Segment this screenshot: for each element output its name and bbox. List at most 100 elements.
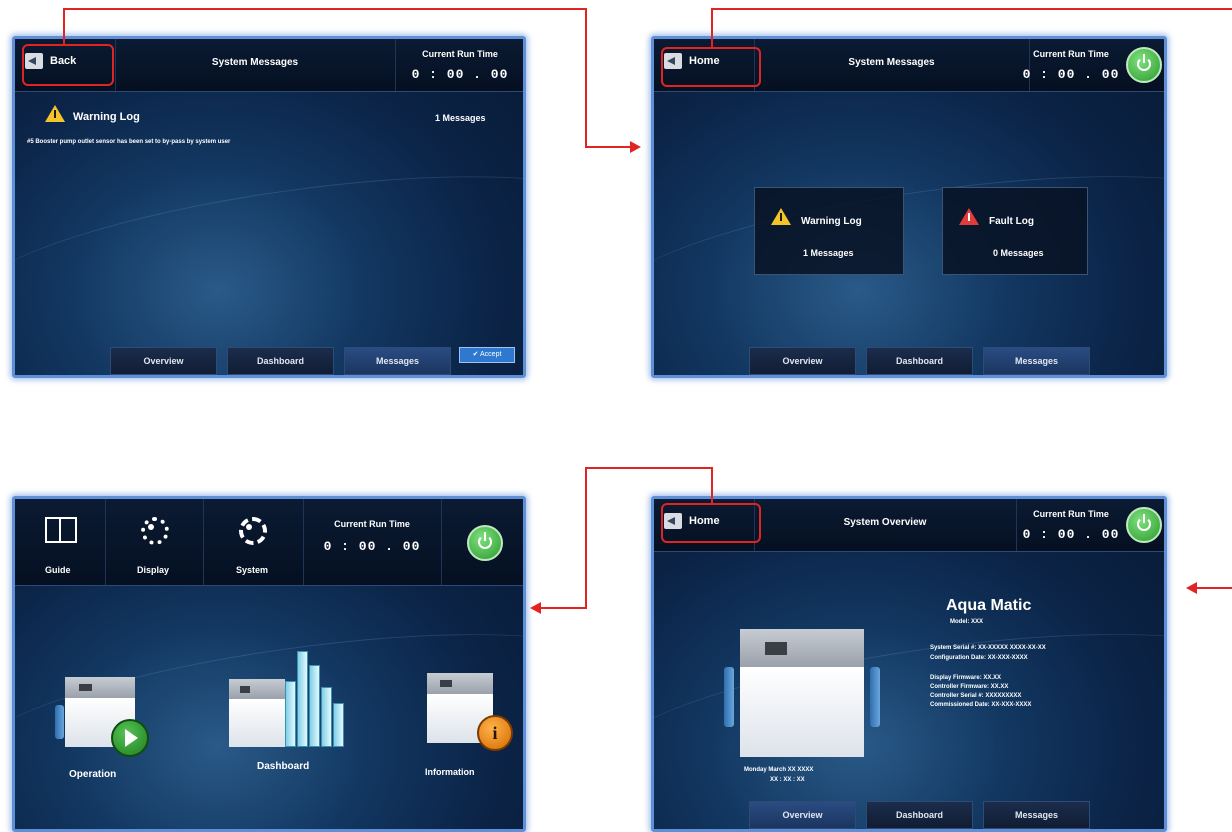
arrowhead	[530, 602, 541, 614]
back-button-highlight	[22, 44, 114, 86]
message-row[interactable]: #5 Booster pump outlet sensor has been s…	[27, 139, 230, 145]
dashboard-bar	[321, 687, 332, 747]
machine-side-panel	[55, 705, 64, 739]
display-button[interactable]: Display	[105, 499, 204, 585]
header-title-cell: System Messages	[115, 39, 396, 91]
page-title: System Messages	[211, 57, 299, 68]
flow-arrow	[63, 8, 587, 10]
operation-label: Operation	[69, 769, 117, 780]
dashboard-bar	[297, 651, 308, 747]
run-time-cell: Current Run Time 0 : 00 . 00	[303, 499, 442, 585]
tab-overview[interactable]: Overview	[749, 347, 856, 375]
run-time-label: Current Run Time	[422, 49, 498, 59]
dashboard-bar	[333, 703, 344, 747]
header-title-cell: System Overview	[754, 499, 1017, 551]
background-sheen	[654, 144, 1164, 372]
home-screen: Guide Display System Current Run Time 0 …	[12, 496, 526, 832]
message-count: 1 Messages	[435, 113, 486, 123]
header-bar: Guide Display System Current Run Time 0 …	[15, 499, 523, 586]
tab-dashboard[interactable]: Dashboard	[866, 801, 973, 829]
system-image	[724, 629, 884, 759]
fault-log-label: Fault Log	[989, 216, 1034, 227]
flow-arrow	[540, 607, 587, 609]
display-label: Display	[137, 565, 170, 575]
tab-dashboard[interactable]: Dashboard	[866, 347, 973, 375]
warning-count: 1 Messages	[803, 248, 854, 258]
information-label: Information	[425, 767, 475, 777]
run-time-value: 0 : 00 . 00	[1022, 527, 1120, 542]
run-time-label: Current Run Time	[334, 519, 410, 529]
arrowhead	[1186, 582, 1197, 594]
detail-line: System Serial #: XX-XXXXX XXXX-XX-XX	[930, 645, 1046, 651]
home-button-highlight	[661, 47, 761, 87]
operation-button[interactable]: Operation	[55, 677, 155, 785]
power-icon[interactable]	[467, 525, 503, 561]
run-time-label: Current Run Time	[1033, 509, 1109, 519]
warning-icon	[771, 208, 791, 225]
system-label: System	[236, 565, 269, 575]
gear-icon	[239, 517, 267, 545]
detail-line: Configuration Date: XX-XXX-XXXX	[930, 655, 1028, 661]
book-icon	[45, 517, 77, 543]
tab-messages[interactable]: Messages	[983, 347, 1090, 375]
info-icon: i	[477, 715, 513, 751]
dashboard-bar	[285, 681, 296, 747]
detail-line: Commissioned Date: XX-XXX-XXXX	[930, 702, 1032, 708]
machine-image	[229, 679, 285, 747]
power-icon[interactable]	[1126, 47, 1162, 83]
system-button[interactable]: System	[203, 499, 304, 585]
arrowhead	[630, 141, 641, 153]
flow-arrow	[585, 146, 631, 148]
run-time-label: Current Run Time	[1033, 49, 1109, 59]
detail-line: Controller Serial #: XXXXXXXXX	[930, 693, 1022, 699]
flow-arrow	[1196, 587, 1232, 589]
detail-line: Controller Firmware: XX.XX	[930, 684, 1009, 690]
system-overview-screen: Home System Overview Current Run Time 0 …	[651, 496, 1167, 832]
warning-log-screen: Back System Messages Current Run Time 0 …	[12, 36, 526, 378]
flow-arrow	[711, 467, 713, 504]
run-time-value: 0 : 00 . 00	[1022, 67, 1120, 82]
brightness-icon	[141, 517, 169, 545]
page-title: System Overview	[843, 517, 927, 528]
tab-messages[interactable]: Messages	[983, 801, 1090, 829]
play-icon	[111, 719, 149, 757]
machine-side-panel	[870, 667, 880, 727]
flow-arrow	[711, 8, 713, 48]
flow-arrow	[585, 8, 587, 148]
dashboard-button[interactable]: Dashboard	[221, 641, 371, 785]
guide-button[interactable]: Guide	[15, 499, 106, 585]
flow-arrow	[585, 467, 587, 609]
fault-log-button[interactable]: Fault Log 0 Messages	[942, 187, 1088, 275]
run-time-value: 0 : 00 . 00	[323, 539, 421, 554]
tab-overview[interactable]: Overview	[749, 801, 856, 829]
flow-arrow	[585, 467, 713, 469]
dashboard-label: Dashboard	[257, 761, 310, 772]
fault-icon	[959, 208, 979, 225]
guide-label: Guide	[45, 565, 71, 575]
model-label: Model: XXX	[950, 619, 984, 625]
flow-arrow	[63, 8, 65, 46]
tab-overview[interactable]: Overview	[110, 347, 217, 375]
page-title: System Messages	[848, 57, 935, 68]
tab-dashboard[interactable]: Dashboard	[227, 347, 334, 375]
header-title-cell: System Messages	[754, 39, 1030, 91]
dashboard-bar	[309, 665, 320, 747]
tab-messages[interactable]: Messages	[344, 347, 451, 375]
warning-log-button[interactable]: Warning Log 1 Messages	[754, 187, 904, 275]
flow-arrow	[711, 8, 1232, 10]
warning-icon	[45, 105, 65, 122]
system-messages-screen: Home System Messages Current Run Time 0 …	[651, 36, 1167, 378]
accept-label: Accept	[480, 351, 502, 358]
accept-button[interactable]: ✔ Accept	[459, 347, 515, 363]
machine-side-panel	[724, 667, 734, 727]
log-title: Warning Log	[73, 111, 140, 123]
detail-line: Display Firmware: XX.XX	[930, 675, 1002, 681]
home-button-highlight	[661, 503, 761, 543]
date-line: Monday March XX XXXX	[744, 767, 814, 773]
power-icon[interactable]	[1126, 507, 1162, 543]
warning-log-label: Warning Log	[801, 216, 862, 227]
time-line: XX : XX : XX	[770, 777, 805, 783]
run-time-value: 0 : 00 . 00	[411, 67, 509, 82]
information-button[interactable]: i Information	[415, 673, 519, 785]
machine-image	[740, 629, 864, 757]
